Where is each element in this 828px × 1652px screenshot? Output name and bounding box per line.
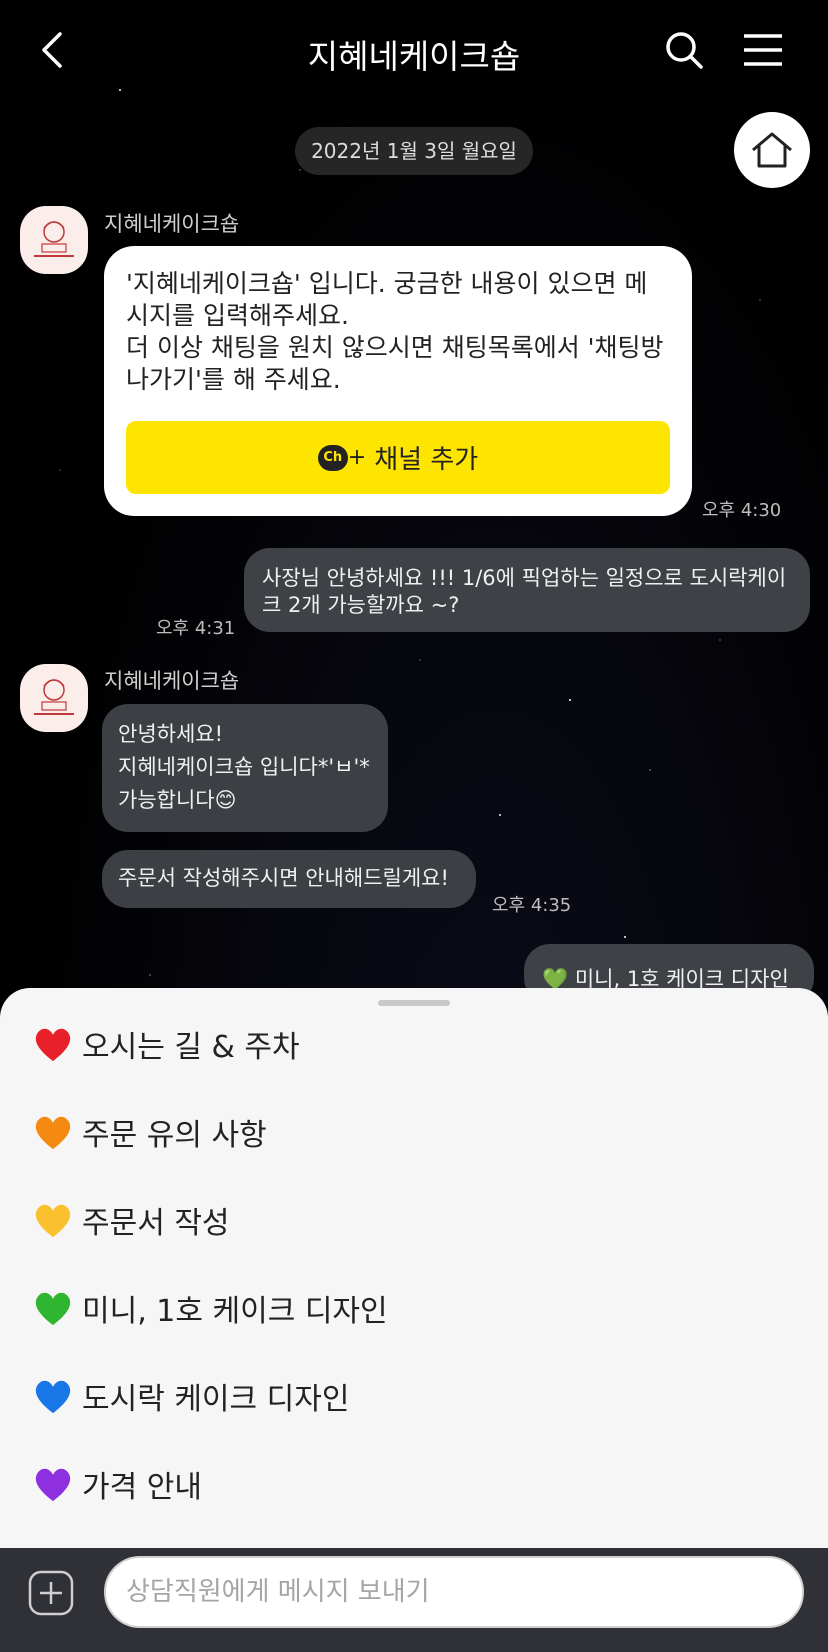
message-time: 오후 4:30 — [702, 500, 782, 521]
yellow-heart-icon — [35, 1204, 71, 1238]
home-icon — [752, 132, 792, 168]
message-time: 오후 4:35 — [492, 895, 572, 916]
quick-menu-label: 미니, 1호 케이크 디자인 — [82, 1294, 388, 1329]
shop-avatar[interactable] — [20, 664, 88, 732]
quick-menu-item-order-notes[interactable]: 주문 유의 사항 — [32, 1102, 792, 1162]
message-input[interactable] — [104, 1556, 804, 1628]
quick-menu-label: 도시락 케이크 디자인 — [82, 1382, 350, 1417]
search-icon — [666, 32, 703, 69]
shop-avatar[interactable] — [20, 206, 88, 274]
reply-line: 지혜네케이크숍 입니다*'ㅂ'* — [118, 755, 370, 779]
add-channel-label: 채널 추가 — [374, 445, 479, 475]
home-button[interactable] — [734, 112, 810, 188]
green-heart-icon — [35, 1292, 71, 1326]
blue-heart-icon — [35, 1380, 71, 1414]
shop-logo-icon — [34, 679, 74, 715]
search-button[interactable] — [662, 28, 706, 72]
orange-heart-icon — [35, 1116, 71, 1150]
attach-button[interactable] — [28, 1570, 74, 1616]
sheet-drag-handle[interactable] — [378, 1000, 450, 1006]
shop-logo-icon — [34, 221, 74, 257]
reply-line: 가능합니다😊 — [118, 788, 237, 812]
quick-menu-item-pricing[interactable]: 가격 안내 — [32, 1454, 792, 1514]
menu-icon — [744, 34, 782, 66]
quick-menu-sheet: 오시는 길 & 주차 주문 유의 사항 주문서 작성 미니, 1호 케이크 디자… — [0, 988, 828, 1548]
message-time: 오후 4:31 — [156, 618, 236, 639]
quick-menu-item-order-form[interactable]: 주문서 작성 — [32, 1190, 792, 1250]
quick-menu-label: 주문서 작성 — [82, 1206, 230, 1241]
incoming-message[interactable]: 안녕하세요! 지혜네케이크숍 입니다*'ㅂ'* 가능합니다😊 — [102, 704, 388, 832]
incoming-message[interactable]: 주문서 작성해주시면 안내해드릴게요! — [102, 850, 476, 908]
channel-icon: Ch — [317, 444, 348, 471]
date-divider: 2022년 1월 3일 월요일 — [295, 127, 533, 175]
menu-button[interactable] — [742, 30, 784, 70]
quick-menu-label: 가격 안내 — [82, 1470, 202, 1505]
outgoing-message[interactable]: 사장님 안녕하세요 !!! 1/6에 픽업하는 일정으로 도시락케이크 2개 가… — [244, 548, 810, 632]
quick-menu-label: 주문 유의 사항 — [82, 1118, 267, 1153]
reply-line: 안녕하세요! — [118, 722, 224, 746]
welcome-card: '지혜네케이크숍' 입니다. 궁금한 내용이 있으면 메시지를 입력해주세요. … — [104, 246, 692, 516]
chat-header: 지혜네케이크숍 — [0, 0, 828, 100]
sender-name: 지혜네케이크숍 — [104, 669, 240, 693]
quick-menu-item-mini-design[interactable]: 미니, 1호 케이크 디자인 — [32, 1278, 792, 1338]
welcome-text: '지혜네케이크숍' 입니다. 궁금한 내용이 있으면 메시지를 입력해주세요. … — [126, 269, 664, 394]
red-heart-icon — [35, 1028, 71, 1062]
sender-name: 지혜네케이크숍 — [104, 212, 240, 236]
plus-glyph-icon: + — [347, 445, 367, 470]
purple-heart-icon — [35, 1468, 71, 1502]
quick-menu-item-lunchbox-design[interactable]: 도시락 케이크 디자인 — [32, 1366, 792, 1426]
plus-box-icon — [28, 1570, 74, 1616]
quick-menu-item-directions[interactable]: 오시는 길 & 주차 — [32, 1014, 792, 1074]
add-channel-button[interactable]: Ch + 채널 추가 — [126, 421, 670, 494]
quick-menu-label: 오시는 길 & 주차 — [82, 1030, 300, 1065]
composer-bar — [0, 1548, 828, 1652]
